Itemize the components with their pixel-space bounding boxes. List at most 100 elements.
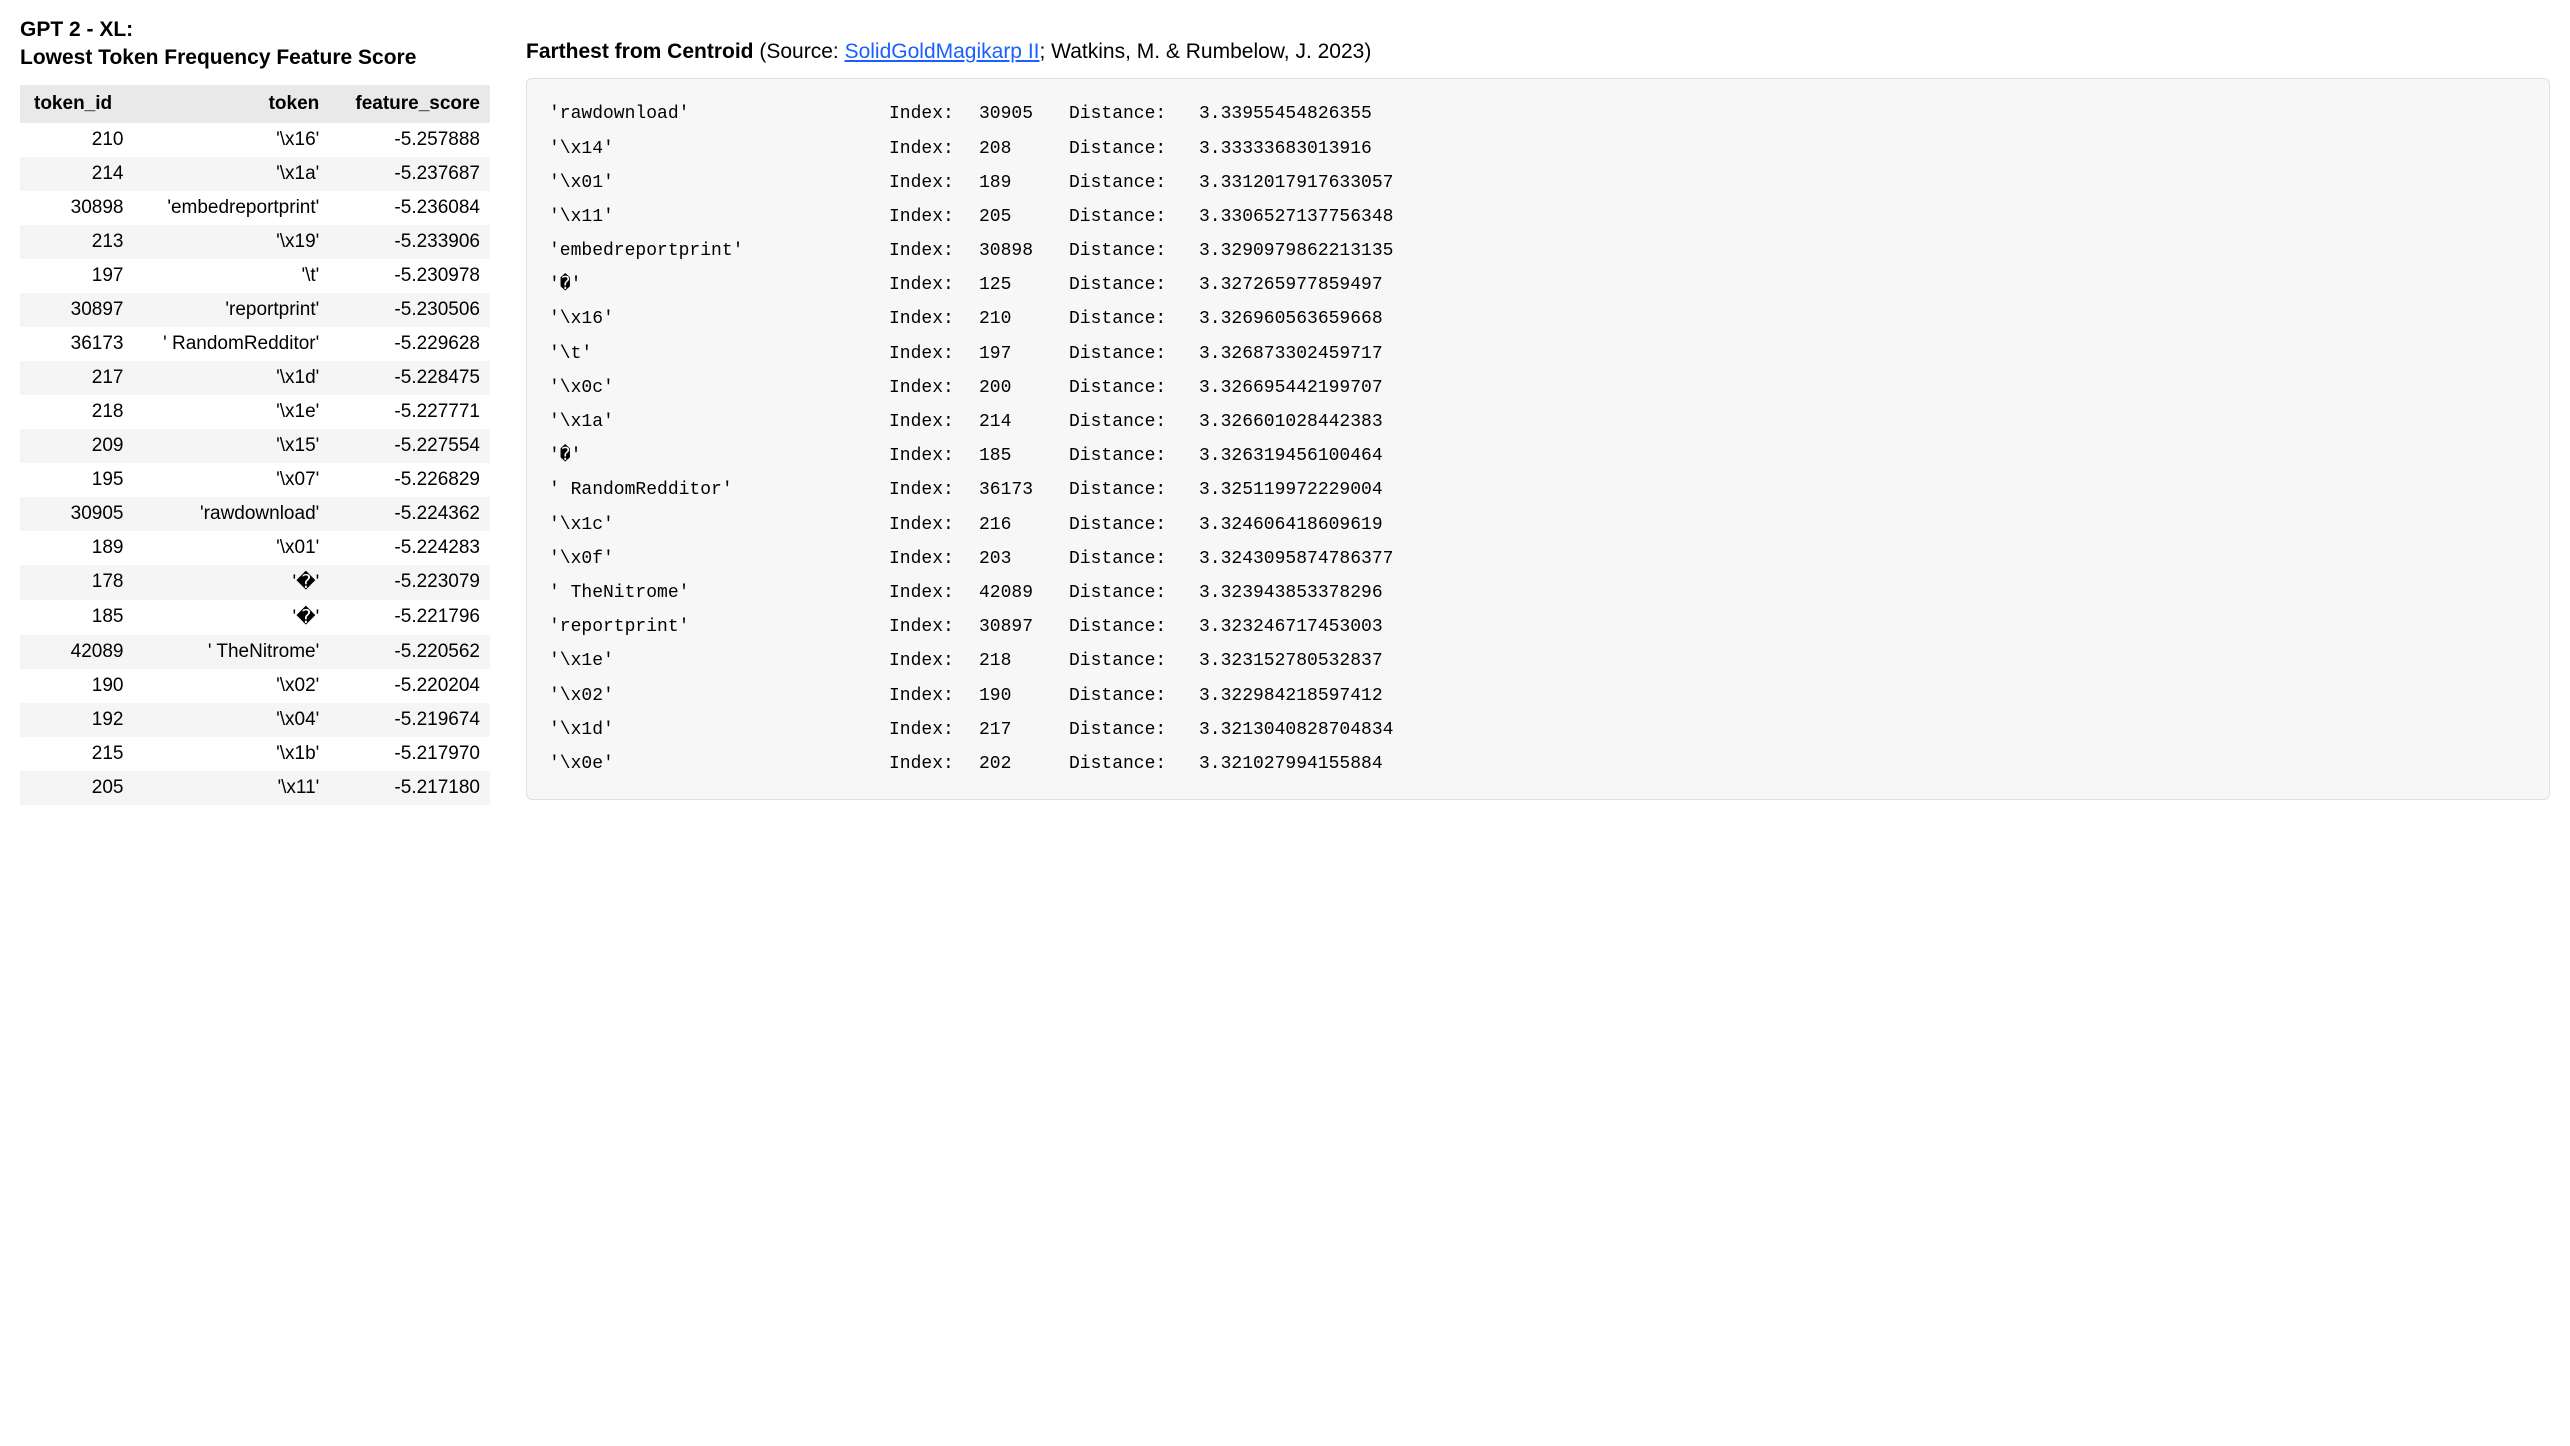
code-distance-value: 3.33955454826355: [1199, 97, 2527, 131]
cell-token: '\x16': [133, 123, 329, 157]
cell-feature-score: -5.257888: [329, 123, 490, 157]
cell-feature-score: -5.219674: [329, 703, 490, 737]
code-row: '�'Index:185Distance:3.326319456100464: [549, 439, 2527, 473]
cell-feature-score: -5.227554: [329, 429, 490, 463]
code-index-value: 30905: [979, 97, 1069, 131]
cell-feature-score: -5.224362: [329, 497, 490, 531]
code-row: '\x1c'Index:216Distance:3.32460641860961…: [549, 508, 2527, 542]
code-distance-value: 3.33333683013916: [1199, 132, 2527, 166]
code-index-value: 30898: [979, 234, 1069, 268]
cell-token-id: 36173: [20, 327, 133, 361]
table-header-row: token_id token feature_score: [20, 85, 490, 123]
table-row: 192'\x04'-5.219674: [20, 703, 490, 737]
cell-feature-score: -5.223079: [329, 565, 490, 600]
cell-feature-score: -5.236084: [329, 191, 490, 225]
code-distance-value: 3.323943853378296: [1199, 576, 2527, 610]
code-distance-value: 3.3213040828704834: [1199, 713, 2527, 747]
cell-token: '�': [133, 600, 329, 635]
code-token: '\x02': [549, 679, 889, 713]
cell-token: '\x1e': [133, 395, 329, 429]
code-index-value: 202: [979, 747, 1069, 781]
cell-feature-score: -5.226829: [329, 463, 490, 497]
right-heading-post: ; Watkins, M. & Rumbelow, J. 2023): [1040, 40, 1372, 63]
cell-token-id: 189: [20, 531, 133, 565]
cell-token: '\x11': [133, 771, 329, 805]
table-row: 218'\x1e'-5.227771: [20, 395, 490, 429]
code-token: 'embedreportprint': [549, 234, 889, 268]
code-token: '\x14': [549, 132, 889, 166]
code-index-label: Index:: [889, 132, 979, 166]
table-row: 215'\x1b'-5.217970: [20, 737, 490, 771]
code-index-label: Index:: [889, 473, 979, 507]
table-row: 195'\x07'-5.226829: [20, 463, 490, 497]
code-index-value: 210: [979, 302, 1069, 336]
code-distance-label: Distance:: [1069, 747, 1199, 781]
code-distance-label: Distance:: [1069, 644, 1199, 678]
code-panel: 'rawdownload'Index:30905Distance:3.33955…: [526, 78, 2550, 800]
code-row: '\x01'Index:189Distance:3.33120179176330…: [549, 166, 2527, 200]
code-index-label: Index:: [889, 542, 979, 576]
code-index-value: 217: [979, 713, 1069, 747]
table-row: 30905'rawdownload'-5.224362: [20, 497, 490, 531]
cell-token: '�': [133, 565, 329, 600]
table-row: 209'\x15'-5.227554: [20, 429, 490, 463]
code-distance-value: 3.326695442199707: [1199, 371, 2527, 405]
code-row: '\x11'Index:205Distance:3.33065271377563…: [549, 200, 2527, 234]
cell-feature-score: -5.230978: [329, 259, 490, 293]
cell-token-id: 209: [20, 429, 133, 463]
right-column: Farthest from Centroid (Source: SolidGol…: [526, 16, 2550, 800]
code-distance-label: Distance:: [1069, 371, 1199, 405]
code-row: '\x0f'Index:203Distance:3.32430958747863…: [549, 542, 2527, 576]
code-token: ' TheNitrome': [549, 576, 889, 610]
code-distance-value: 3.322984218597412: [1199, 679, 2527, 713]
code-row: '\x1a'Index:214Distance:3.32660102844238…: [549, 405, 2527, 439]
code-token: '\x11': [549, 200, 889, 234]
cell-token: '\x07': [133, 463, 329, 497]
left-title-line2: Lowest Token Frequency Feature Score: [20, 46, 416, 69]
code-index-value: 42089: [979, 576, 1069, 610]
cell-feature-score: -5.217180: [329, 771, 490, 805]
cell-token-id: 42089: [20, 635, 133, 669]
table-row: 185'�'-5.221796: [20, 600, 490, 635]
source-link[interactable]: SolidGoldMagikarp II: [845, 40, 1040, 63]
col-token-id: token_id: [20, 85, 133, 123]
code-index-value: 203: [979, 542, 1069, 576]
code-distance-label: Distance:: [1069, 337, 1199, 371]
code-row: ' RandomRedditor'Index:36173Distance:3.3…: [549, 473, 2527, 507]
code-row: 'embedreportprint'Index:30898Distance:3.…: [549, 234, 2527, 268]
code-index-label: Index:: [889, 166, 979, 200]
code-distance-label: Distance:: [1069, 97, 1199, 131]
code-distance-label: Distance:: [1069, 234, 1199, 268]
code-index-label: Index:: [889, 200, 979, 234]
code-token: '\x1d': [549, 713, 889, 747]
cell-token: '\x04': [133, 703, 329, 737]
code-row: '�'Index:125Distance:3.327265977859497: [549, 268, 2527, 302]
code-distance-label: Distance:: [1069, 302, 1199, 336]
code-distance-value: 3.3290979862213135: [1199, 234, 2527, 268]
code-index-label: Index:: [889, 268, 979, 302]
code-row: '\x1d'Index:217Distance:3.32130408287048…: [549, 713, 2527, 747]
cell-token: '\x15': [133, 429, 329, 463]
code-index-label: Index:: [889, 713, 979, 747]
cell-token: '\x01': [133, 531, 329, 565]
cell-token: '\t': [133, 259, 329, 293]
code-distance-label: Distance:: [1069, 610, 1199, 644]
cell-token-id: 195: [20, 463, 133, 497]
code-distance-value: 3.321027994155884: [1199, 747, 2527, 781]
cell-token-id: 214: [20, 157, 133, 191]
table-row: 205'\x11'-5.217180: [20, 771, 490, 805]
code-distance-value: 3.326873302459717: [1199, 337, 2527, 371]
code-index-label: Index:: [889, 747, 979, 781]
code-distance-label: Distance:: [1069, 713, 1199, 747]
code-distance-value: 3.324606418609619: [1199, 508, 2527, 542]
cell-token-id: 215: [20, 737, 133, 771]
left-column: GPT 2 - XL: Lowest Token Frequency Featu…: [20, 16, 490, 805]
cell-token-id: 213: [20, 225, 133, 259]
code-distance-label: Distance:: [1069, 679, 1199, 713]
code-row: '\x1e'Index:218Distance:3.32315278053283…: [549, 644, 2527, 678]
cell-token: ' TheNitrome': [133, 635, 329, 669]
feature-table: token_id token feature_score 210'\x16'-5…: [20, 85, 490, 805]
code-index-value: 30897: [979, 610, 1069, 644]
code-token: '\x01': [549, 166, 889, 200]
code-row: ' TheNitrome'Index:42089Distance:3.32394…: [549, 576, 2527, 610]
